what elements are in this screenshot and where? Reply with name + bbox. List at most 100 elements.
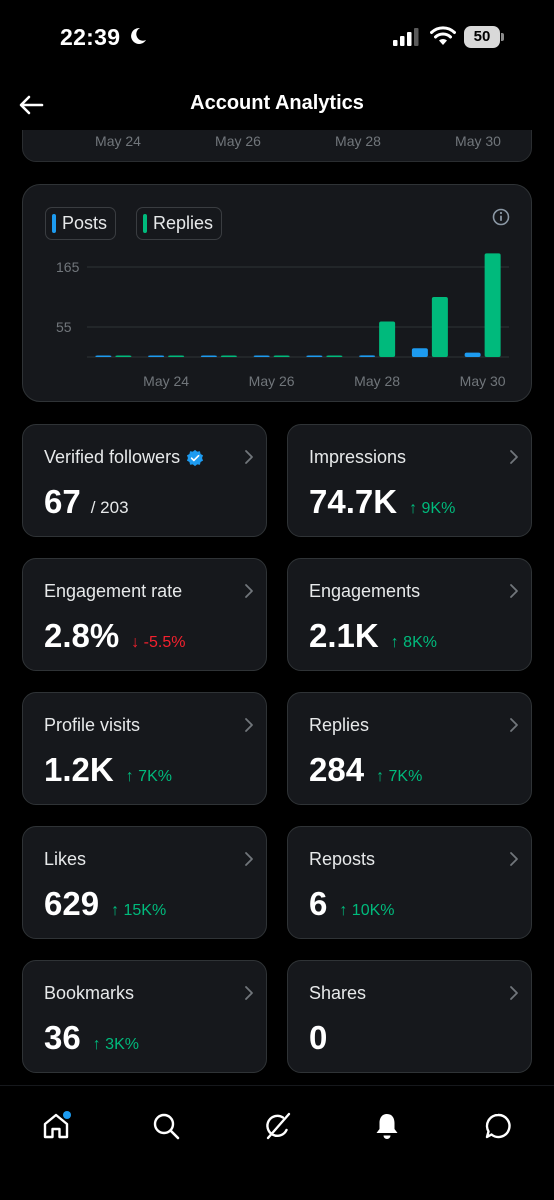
metric-label: Likes <box>44 849 86 870</box>
x-tick-label: May 30 <box>455 133 501 149</box>
messages-icon <box>485 1113 511 1139</box>
metric-label: Impressions <box>309 447 406 468</box>
nav-notifications[interactable] <box>367 1108 407 1144</box>
nav-search[interactable] <box>146 1108 186 1144</box>
metric-card-bookmarks[interactable]: Bookmarks 36 ↑ 3K% <box>22 960 267 1073</box>
metric-card-shares[interactable]: Shares 0 <box>287 960 532 1073</box>
status-bar: 22:39 50 <box>0 0 554 76</box>
x-tick-label: May 24 <box>143 373 189 389</box>
metric-label-text: Engagements <box>309 581 421 601</box>
header: Account Analytics <box>0 78 554 130</box>
metric-value-row: 67 / 203 <box>44 483 129 521</box>
metric-change: ↑ 7K% <box>125 768 172 785</box>
metric-label: Bookmarks <box>44 983 134 1004</box>
metric-value: 2.1K <box>309 617 379 654</box>
x-tick-label: May 26 <box>249 373 295 389</box>
signal-icon <box>393 28 419 46</box>
bar-replies-may-28 <box>379 321 396 357</box>
metric-value: 6 <box>309 885 328 922</box>
chevron-right-icon <box>245 450 253 464</box>
metric-change: ↑ 3K% <box>92 1036 139 1053</box>
chevron-right-icon <box>245 718 253 732</box>
metric-label: Shares <box>309 983 366 1004</box>
metric-label: Verified followers <box>44 447 204 468</box>
y-tick-label: 55 <box>56 319 72 335</box>
bar-posts-may-30 <box>464 352 481 357</box>
bar-replies-may-29 <box>431 297 448 357</box>
wifi-icon <box>430 26 456 45</box>
metric-value: 2.8% <box>44 617 120 654</box>
y-tick-label: 165 <box>56 259 80 275</box>
page-title: Account Analytics <box>190 92 364 114</box>
previous-chart-x-axis: May 24 May 26 May 28 May 30 <box>23 133 531 153</box>
metric-label-text: Profile visits <box>44 715 141 735</box>
bar-replies-may-23 <box>115 355 132 357</box>
nav-home[interactable] <box>36 1108 76 1144</box>
chevron-right-icon <box>510 718 518 732</box>
metric-card-replies[interactable]: Replies 284 ↑ 7K% <box>287 692 532 805</box>
search-icon <box>153 1113 180 1140</box>
metric-value: 0 <box>309 1019 328 1056</box>
metric-label: Engagements <box>309 581 420 602</box>
metric-label-text: Impressions <box>309 447 407 467</box>
metric-value-row: 1.2K ↑ 7K% <box>44 751 172 789</box>
metric-card-engagement-rate[interactable]: Engagement rate 2.8% ↓ -5.5% <box>22 558 267 671</box>
x-tick-label: May 28 <box>335 133 381 149</box>
metric-label: Profile visits <box>44 715 140 736</box>
metric-change: ↑ 9K% <box>409 500 456 517</box>
metric-value: 36 <box>44 1019 81 1056</box>
bar-posts-may-27 <box>306 355 323 357</box>
bottom-nav <box>0 1085 554 1200</box>
moon-icon <box>131 27 146 44</box>
bar-posts-may-23 <box>95 355 112 357</box>
bar-replies-may-25 <box>220 355 237 357</box>
bar-posts-may-28 <box>359 355 376 357</box>
metric-label: Reposts <box>309 849 375 870</box>
metric-label: Engagement rate <box>44 581 182 602</box>
metric-value: 284 <box>309 751 365 788</box>
x-tick-label: May 26 <box>215 133 261 149</box>
metric-card-profile-visits[interactable]: Profile visits 1.2K ↑ 7K% <box>22 692 267 805</box>
metric-label: Replies <box>309 715 369 736</box>
metric-value-row: 284 ↑ 7K% <box>309 751 422 789</box>
metric-value-row: 6 ↑ 10K% <box>309 885 395 923</box>
metric-value-row: 629 ↑ 15K% <box>44 885 166 923</box>
battery-level: 50 <box>473 28 491 45</box>
x-tick-label: May 30 <box>460 373 506 389</box>
metric-card-verified-followers[interactable]: Verified followers 67 / 203 <box>22 424 267 537</box>
metric-label-text: Verified followers <box>44 447 181 467</box>
metric-change: ↑ 8K% <box>390 634 437 651</box>
bar-posts-may-24 <box>148 355 165 357</box>
chevron-right-icon <box>510 986 518 1000</box>
bar-replies-may-24 <box>168 355 185 357</box>
nav-messages[interactable] <box>478 1108 518 1144</box>
nav-grok[interactable] <box>257 1108 297 1144</box>
chevron-right-icon <box>510 584 518 598</box>
bar-replies-may-26 <box>273 355 290 357</box>
grok-icon <box>266 1112 291 1140</box>
metric-label-text: Bookmarks <box>44 983 135 1003</box>
metric-label-text: Engagement rate <box>44 581 183 601</box>
x-tick-label: May 28 <box>354 373 400 389</box>
chevron-right-icon <box>245 986 253 1000</box>
metric-label-text: Shares <box>309 983 367 1003</box>
metric-change: ↑ 15K% <box>111 902 167 919</box>
bar-replies-may-27 <box>326 355 343 357</box>
battery-indicator: 50 <box>464 26 504 48</box>
metric-value-row: 74.7K ↑ 9K% <box>309 483 455 521</box>
metric-value-row: 36 ↑ 3K% <box>44 1019 139 1057</box>
bar-posts-may-29 <box>411 348 428 357</box>
posts-replies-chart-card: Posts Replies 165 55 May 24 May 26 May 28 May… <box>22 184 532 402</box>
metric-total: / 203 <box>90 498 129 517</box>
metric-value: 74.7K <box>309 483 398 520</box>
metric-card-likes[interactable]: Likes 629 ↑ 15K% <box>22 826 267 939</box>
metric-value-row: 2.8% ↓ -5.5% <box>44 617 185 655</box>
metric-value: 67 <box>44 483 81 520</box>
posts-replies-chart: 165 55 May 24 May 26 May 28 May 30 <box>56 253 509 389</box>
metric-card-engagements[interactable]: Engagements 2.1K ↑ 8K% <box>287 558 532 671</box>
metric-value-row: 2.1K ↑ 8K% <box>309 617 437 655</box>
metric-card-reposts[interactable]: Reposts 6 ↑ 10K% <box>287 826 532 939</box>
metric-value-row: 0 <box>309 1019 327 1057</box>
metric-card-impressions[interactable]: Impressions 74.7K ↑ 9K% <box>287 424 532 537</box>
bar-replies-may-30 <box>484 253 501 357</box>
